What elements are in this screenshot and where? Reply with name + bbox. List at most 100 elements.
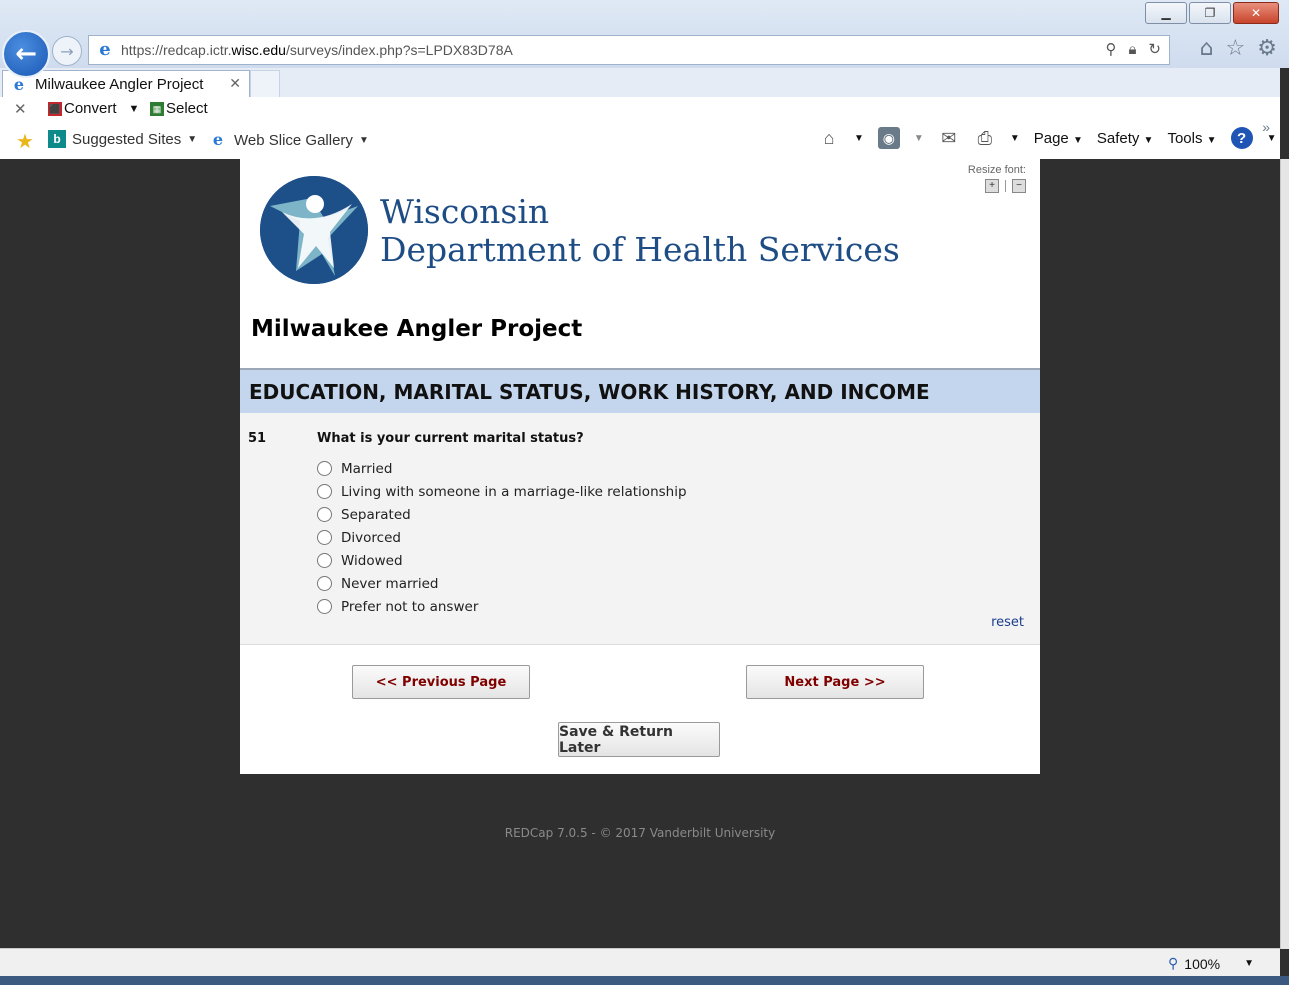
tools-menu-label: Tools (1167, 129, 1203, 147)
tab-strip: e Milwaukee Angler Project ✕ (0, 68, 1280, 98)
section-header: EDUCATION, MARITAL STATUS, WORK HISTORY,… (240, 368, 1040, 415)
refresh-icon[interactable]: ↻ (1148, 40, 1161, 58)
select-button[interactable]: ▦ Select (150, 100, 208, 117)
toolbar-overflow-icon[interactable]: » (1262, 119, 1270, 135)
org-name-line2: Department of Health Services (380, 230, 900, 269)
radio-option-widowed[interactable]: Widowed (317, 549, 687, 572)
zoom-level: 100% (1184, 955, 1221, 972)
radio-option-divorced[interactable]: Divorced (317, 526, 687, 549)
favorites-bar: ★ b Suggested Sites ▼ e Web Slice Galler… (0, 119, 1280, 159)
radio-button[interactable] (317, 599, 332, 614)
mail-icon[interactable]: ✉ (938, 127, 960, 149)
browser-right-icons: ⌂ ☆ ⚙ (1200, 36, 1277, 61)
radio-button[interactable] (317, 576, 332, 591)
address-bar[interactable]: e https://redcap.ictr.wisc.edu/surveys/i… (88, 35, 1170, 65)
radio-option-married[interactable]: Married (317, 457, 687, 480)
favorites-add-icon[interactable]: ★ (16, 129, 34, 154)
pdf-icon: ⬛ (48, 101, 62, 116)
web-slice-label: Web Slice Gallery (234, 131, 353, 149)
taskbar (0, 976, 1289, 985)
radio-button[interactable] (317, 461, 332, 476)
radio-button[interactable] (317, 553, 332, 568)
option-label: Separated (341, 506, 411, 523)
select-label: Select (166, 100, 208, 117)
close-window-button[interactable]: ✕ (1233, 2, 1279, 24)
radio-option-never-married[interactable]: Never married (317, 572, 687, 595)
resize-font-control: Resize font: + − (968, 164, 1026, 193)
resize-font-label: Resize font: (967, 164, 1026, 176)
gear-icon[interactable]: ⚙ (1257, 36, 1277, 61)
org-name-line1: Wisconsin (380, 192, 550, 231)
chevron-down-icon[interactable]: ▼ (1244, 958, 1254, 969)
tools-menu[interactable]: Tools ▼ (1167, 130, 1216, 147)
page-menu[interactable]: Page ▼ (1034, 130, 1083, 147)
help-icon[interactable]: ? (1230, 127, 1253, 149)
bing-icon: b (48, 130, 66, 148)
home-icon[interactable]: ⌂ (818, 127, 840, 149)
pdf-toolbar: ✕ ⬛ Convert ▼ ▦ Select (0, 97, 1280, 123)
page-title: Milwaukee Angler Project (251, 316, 583, 342)
increase-font-icon[interactable]: + (985, 179, 999, 193)
reset-link[interactable]: reset (991, 615, 1024, 630)
ie-icon: e (212, 130, 224, 149)
suggested-sites-label: Suggested Sites (72, 130, 182, 148)
radio-option-prefer-not-to-answer[interactable]: Prefer not to answer (317, 595, 687, 618)
next-page-button[interactable]: Next Page >> (746, 665, 924, 699)
command-bar: ⌂ ▼ ◉ ▼ ✉ ⎙ ▼ Page ▼ Safety ▼ Tools ▼ ? … (818, 127, 1276, 149)
forward-arrow-icon: → (60, 41, 74, 61)
convert-label: Convert (64, 100, 117, 117)
new-tab-button[interactable] (250, 70, 280, 98)
save-return-later-button[interactable]: Save & Return Later (558, 722, 720, 757)
tab-active[interactable]: e Milwaukee Angler Project ✕ (2, 70, 250, 98)
footer-text: REDCap 7.0.5 - © 2017 Vanderbilt Univers… (504, 826, 776, 840)
page-menu-label: Page (1033, 129, 1069, 147)
vertical-scrollbar[interactable] (1280, 159, 1289, 949)
convert-button[interactable]: ⬛ Convert ▼ (48, 100, 139, 117)
select-icon: ▦ (150, 101, 164, 116)
radio-options: Married Living with someone in a marriag… (317, 457, 687, 618)
minimize-button[interactable]: ▁ (1145, 2, 1187, 24)
chevron-down-icon[interactable]: ▼ (1010, 133, 1020, 144)
restore-button[interactable]: ❐ (1189, 2, 1231, 24)
tab-close-icon[interactable]: ✕ (229, 75, 241, 92)
radio-button[interactable] (317, 507, 332, 522)
rss-feed-icon[interactable]: ◉ (877, 127, 900, 149)
print-icon[interactable]: ⎙ (974, 127, 996, 149)
radio-button[interactable] (317, 484, 332, 499)
decrease-font-icon[interactable]: − (1012, 179, 1026, 193)
suggested-sites-link[interactable]: b Suggested Sites ▼ (48, 130, 197, 148)
survey-page: Resize font: + − Wisconsin Department of… (240, 159, 1040, 774)
favorites-star-icon[interactable]: ☆ (1226, 36, 1246, 61)
radio-option-living-with-someone[interactable]: Living with someone in a marriage-like r… (317, 480, 687, 503)
chevron-down-icon[interactable]: ▼ (854, 133, 864, 144)
question-text: What is your current marital status? (317, 431, 584, 446)
option-label: Divorced (341, 529, 401, 546)
question-block: 51 What is your current marital status? … (240, 413, 1040, 645)
lock-icon[interactable]: 🔒︎ (1128, 40, 1136, 58)
chevron-down-icon[interactable]: ▼ (914, 133, 924, 144)
forward-button[interactable]: → (52, 36, 82, 66)
chevron-down-icon: ▼ (358, 134, 369, 146)
option-label: Married (341, 460, 393, 477)
previous-page-button[interactable]: << Previous Page (352, 665, 530, 699)
option-label: Widowed (341, 552, 403, 569)
search-icon[interactable]: ⚲ (1105, 40, 1116, 58)
chevron-down-icon: ▼ (187, 133, 198, 145)
radio-option-separated[interactable]: Separated (317, 503, 687, 526)
web-slice-gallery-link[interactable]: e Web Slice Gallery ▼ (208, 130, 369, 150)
radio-button[interactable] (317, 530, 332, 545)
chevron-down-icon[interactable]: ▼ (129, 103, 140, 115)
zoom-control[interactable]: ⚲ 100% ▼ (1168, 955, 1254, 972)
safety-menu[interactable]: Safety ▼ (1097, 130, 1154, 147)
ie-page-icon: e (99, 39, 111, 60)
close-toolbar-icon[interactable]: ✕ (14, 100, 27, 118)
option-label: Never married (341, 575, 439, 592)
address-tools: ⚲ 🔒︎ ↻ (1105, 40, 1161, 58)
window-controls: ▁ ❐ ✕ (1145, 2, 1279, 24)
home-icon[interactable]: ⌂ (1200, 36, 1214, 61)
safety-menu-label: Safety (1096, 129, 1140, 147)
option-label: Living with someone in a marriage-like r… (341, 483, 687, 500)
question-number: 51 (248, 431, 267, 446)
url-text[interactable]: https://redcap.ictr.wisc.edu/surveys/ind… (121, 42, 513, 58)
back-button[interactable]: ← (2, 30, 50, 78)
